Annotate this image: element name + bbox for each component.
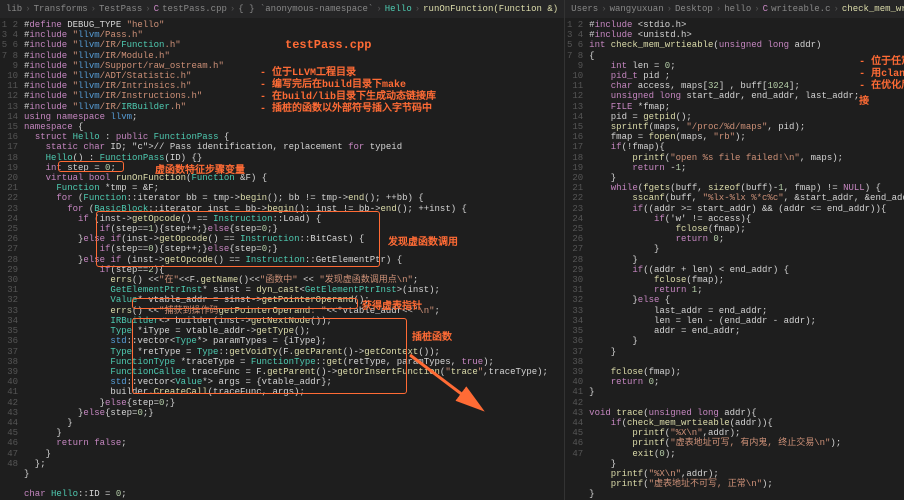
code-editor-right[interactable]: 1 2 3 4 5 6 7 8 9 10 11 12 13 14 15 16 1… (565, 18, 904, 500)
breadcrumb-right[interactable]: Users› wangyuxuan› Desktop› hello› Cwrit… (565, 0, 904, 18)
editor-pane-left: lib› Transforms› TestPass› CtestPass.cpp… (0, 0, 565, 500)
editor-pane-right: Users› wangyuxuan› Desktop› hello› Cwrit… (565, 0, 904, 500)
code-editor-left[interactable]: 1 2 3 4 5 6 7 8 9 10 11 12 13 14 15 16 1… (0, 18, 564, 500)
line-gutter: 1 2 3 4 5 6 7 8 9 10 11 12 13 14 15 16 1… (0, 18, 24, 500)
code-lines[interactable]: #define DEBUG_TYPE "hello" #include "llv… (24, 18, 564, 500)
code-lines[interactable]: #include <stdio.h> #include <unistd.h> i… (589, 18, 904, 500)
breadcrumb-left[interactable]: lib› Transforms› TestPass› CtestPass.cpp… (0, 0, 564, 18)
line-gutter: 1 2 3 4 5 6 7 8 9 10 11 12 13 14 15 16 1… (565, 18, 589, 500)
